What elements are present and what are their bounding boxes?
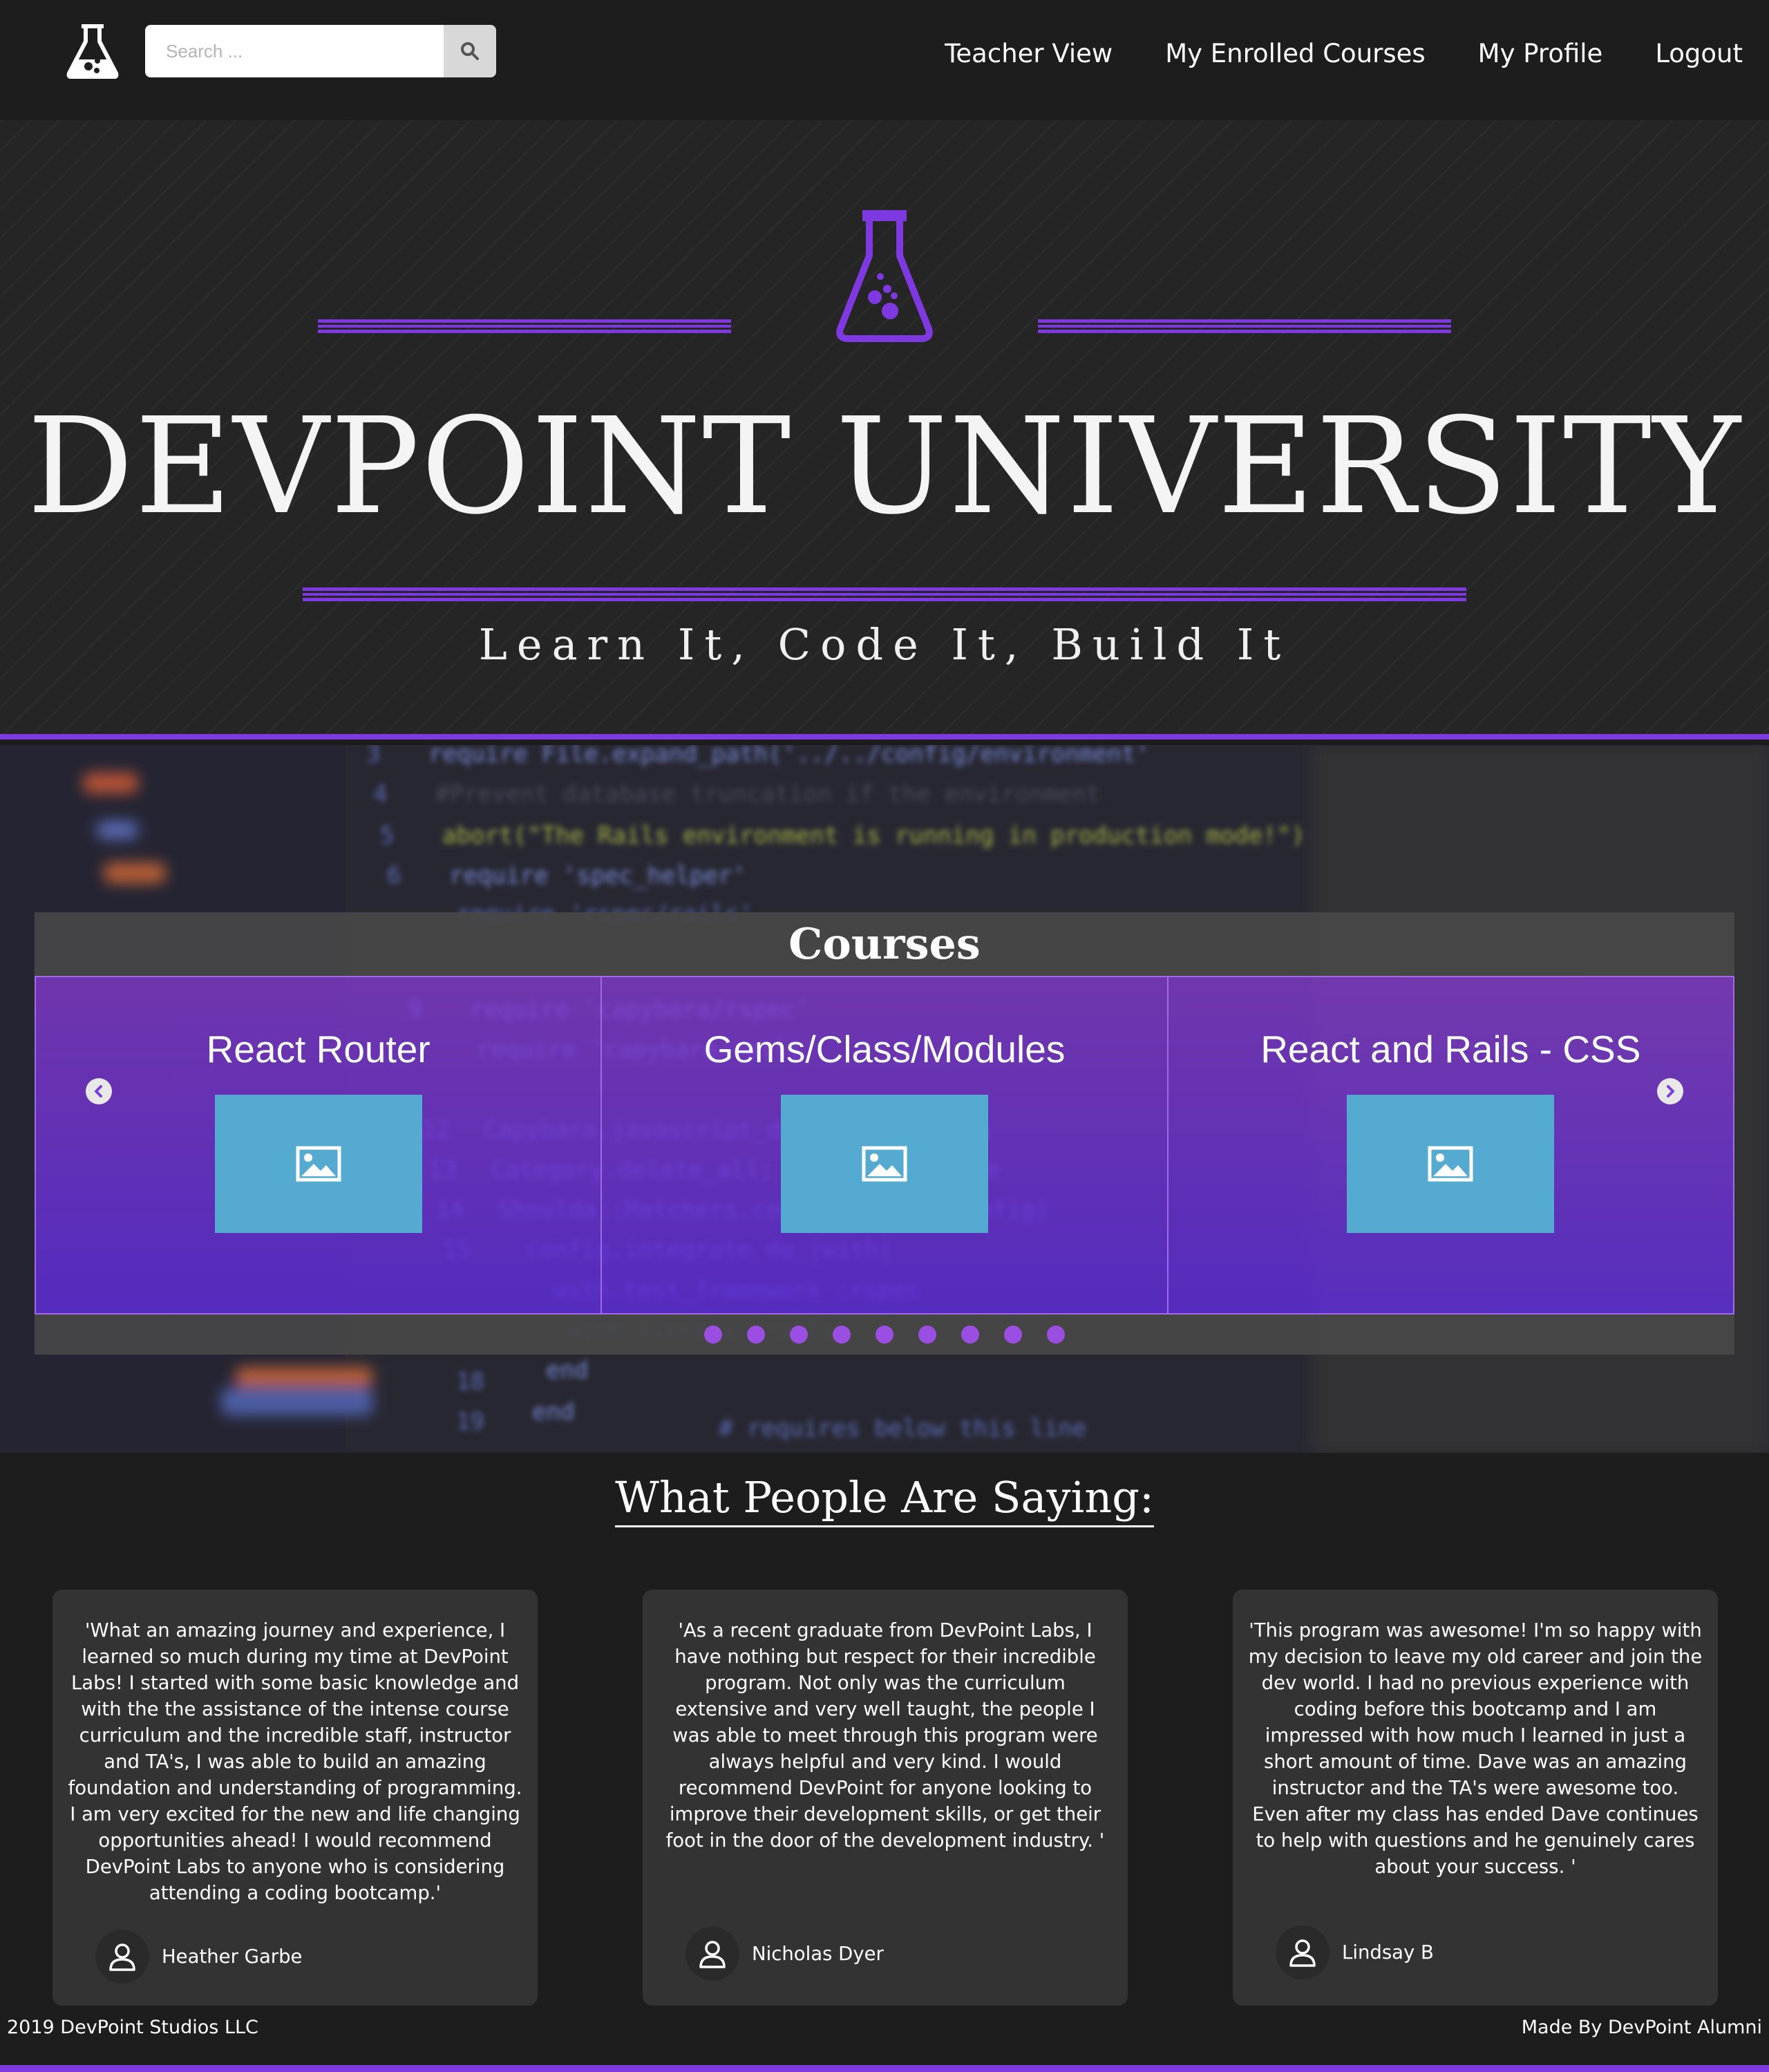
- carousel-dot[interactable]: [704, 1326, 722, 1344]
- nav-link-logout[interactable]: Logout: [1655, 39, 1743, 68]
- nav-link-my-enrolled-courses[interactable]: My Enrolled Courses: [1165, 39, 1425, 68]
- testimonial-card: 'As a recent graduate from DevPoint Labs…: [643, 1590, 1128, 2006]
- avatar: [95, 1930, 149, 1984]
- course-card-title: React Router: [206, 1028, 431, 1071]
- user-icon: [1289, 1939, 1316, 1967]
- user-icon: [109, 1943, 135, 1971]
- chevron-right-icon: [1667, 1085, 1674, 1098]
- carousel-dot[interactable]: [790, 1326, 808, 1344]
- testimonial-text: 'As a recent graduate from DevPoint Labs…: [665, 1619, 1105, 1852]
- search-icon: [461, 42, 479, 60]
- course-card-image[interactable]: [1347, 1095, 1555, 1233]
- footer-copyright: 2019 DevPoint Studios LLC: [7, 2017, 258, 2038]
- course-card-title: Gems/Class/Modules: [703, 1028, 1066, 1071]
- footer-accent-bar: [0, 2065, 1769, 2072]
- hero-tagline: Learn It, Code It, Build It: [478, 619, 1291, 670]
- navbar: Teacher View My Enrolled Courses My Prof…: [0, 0, 1769, 120]
- testimonials-section: What People Are Saying: 'What an amazing…: [0, 1453, 1769, 2072]
- courses-title: Courses: [788, 919, 981, 969]
- testimonial-author: Lindsay B: [1276, 1925, 1434, 1979]
- testimonials-heading: What People Are Saying:: [0, 1472, 1769, 1527]
- search-bar: [145, 25, 496, 77]
- carousel-prev-button[interactable]: [86, 1078, 112, 1104]
- testimonial-author-name: Nicholas Dyer: [752, 1943, 884, 1965]
- courses-header: Courses: [35, 912, 1734, 976]
- testimonial-author-name: Heather Garbe: [162, 1946, 303, 1968]
- chevron-left-icon: [95, 1085, 102, 1098]
- course-card-image[interactable]: [780, 1095, 988, 1233]
- hero-title: DEVPOINT UNIVERSITY: [27, 390, 1742, 544]
- course-card[interactable]: Gems/Class/Modules: [602, 977, 1169, 1313]
- carousel-next-button[interactable]: [1657, 1078, 1683, 1104]
- course-card[interactable]: React and Rails - CSS: [1169, 977, 1733, 1313]
- nav-link-teacher-view[interactable]: Teacher View: [945, 39, 1113, 68]
- search-input[interactable]: [145, 25, 444, 77]
- carousel-dot[interactable]: [918, 1326, 936, 1344]
- course-card-image[interactable]: [214, 1095, 422, 1233]
- footer-credit: Made By DevPoint Alumni: [1521, 2017, 1762, 2038]
- hero-banner: DEVPOINT UNIVERSITY Learn It, Code It, B…: [0, 120, 1769, 740]
- flask-icon: [836, 210, 933, 342]
- testimonials-heading-text: What People Are Saying:: [615, 1472, 1154, 1527]
- carousel-dot[interactable]: [1047, 1326, 1065, 1344]
- courses-carousel: React Router Gems/Class/Modules React an…: [35, 976, 1734, 1315]
- testimonial-author: Nicholas Dyer: [685, 1927, 884, 1981]
- hero-divider-top-right: [1038, 319, 1451, 333]
- flask-icon[interactable]: [65, 22, 120, 79]
- carousel-dot[interactable]: [961, 1326, 979, 1344]
- course-card-title: React and Rails - CSS: [1260, 1028, 1641, 1071]
- carousel-dot[interactable]: [1004, 1326, 1022, 1344]
- carousel-dot[interactable]: [747, 1326, 765, 1344]
- image-placeholder-icon: [1428, 1146, 1473, 1182]
- image-placeholder-icon: [862, 1146, 907, 1182]
- search-button[interactable]: [444, 25, 496, 77]
- user-icon: [699, 1941, 726, 1968]
- testimonial-card: 'This program was awesome! I'm so happy …: [1233, 1590, 1718, 2006]
- courses-section: 3 require File.expand_path('../../config…: [0, 745, 1769, 1453]
- nav-link-my-profile[interactable]: My Profile: [1478, 39, 1603, 68]
- hero-divider-top-left: [318, 319, 731, 333]
- testimonial-text: 'What an amazing journey and experience,…: [68, 1619, 522, 1904]
- nav-links: Teacher View My Enrolled Courses My Prof…: [945, 39, 1743, 68]
- testimonial-author: Heather Garbe: [95, 1930, 302, 1984]
- hero-divider-bottom: [303, 587, 1466, 601]
- testimonial-author-name: Lindsay B: [1342, 1941, 1434, 1963]
- carousel-dot[interactable]: [876, 1326, 893, 1344]
- testimonial-card: 'What an amazing journey and experience,…: [53, 1590, 538, 2006]
- image-placeholder-icon: [296, 1146, 341, 1182]
- course-card[interactable]: React Router: [36, 977, 603, 1313]
- testimonial-text: 'This program was awesome! I'm so happy …: [1248, 1619, 1703, 1878]
- avatar: [1276, 1925, 1330, 1979]
- avatar: [685, 1927, 739, 1981]
- carousel-pagination: [35, 1315, 1734, 1355]
- carousel-dot[interactable]: [833, 1326, 851, 1344]
